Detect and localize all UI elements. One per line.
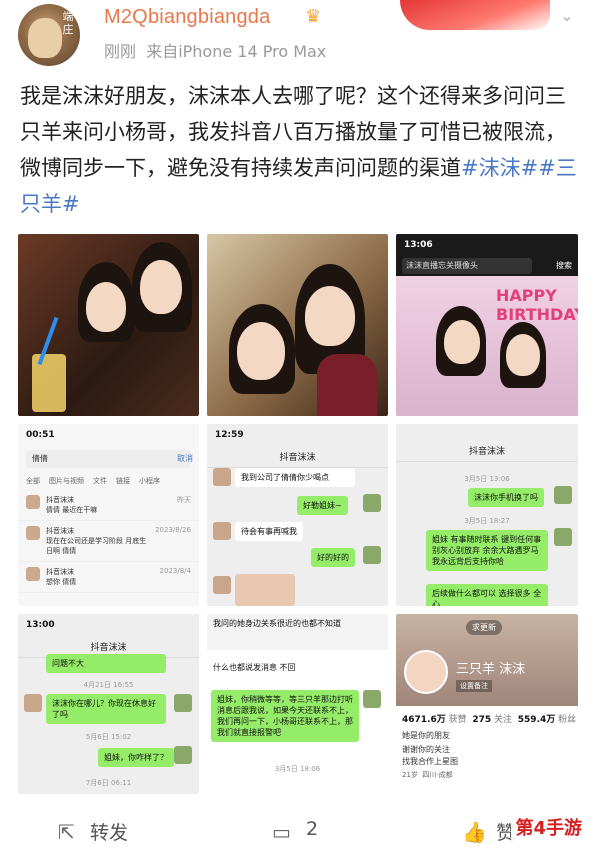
avatar	[554, 486, 572, 504]
post-text: 我是沫沫好朋友，沫沫本人去哪了呢？这个还得来多问问三只羊来问小杨哥，我发抖音八百…	[20, 84, 577, 216]
avatar	[213, 468, 231, 486]
avatar	[363, 546, 381, 564]
photo-two-girls-selfie[interactable]	[207, 234, 388, 416]
like-icon[interactable]: 👍	[462, 820, 487, 844]
status-bar: 13:06	[396, 234, 578, 256]
list-item: 抖音沫沫 想你 倩倩 2023/8/4	[18, 562, 199, 593]
hashtag-link[interactable]: #沫沫#	[461, 156, 538, 180]
message-text: 我问的她身边关系很近的也都不知道	[207, 614, 388, 650]
message-bubble: 沫沫你在哪儿？你现在休息好了吗	[46, 694, 166, 724]
remark-label: 设置备注	[456, 680, 492, 692]
timestamp: 7月6日 06:11	[85, 779, 132, 787]
more-options-icon[interactable]: ⌄	[552, 6, 582, 30]
timestamp: 4月21日 16:55	[83, 681, 134, 689]
birthday-scene: HAPPY BIRTHDAY	[396, 276, 578, 416]
bio-line: 找我合作上星图	[402, 757, 458, 766]
screenshot-chat-2[interactable]: 抖音沫沫 3月5日 13:06 沫沫你手机换了吗 3月5日 18:27 姐妹 有…	[396, 424, 578, 606]
message-bubble: 沫沫你手机换了吗	[468, 488, 544, 507]
friend-label: 她是你的朋友	[402, 731, 450, 740]
face	[140, 260, 182, 314]
search-bar: 沫沫直播忘关摄像头 搜索	[396, 256, 578, 276]
list-item: 抖音沫沫 现在在公司还是学习阶段 月底生日啊 倩倩 2023/8/26	[18, 521, 199, 562]
search-box: 倩倩 取消	[26, 450, 193, 468]
avatar	[174, 746, 192, 764]
chat-title: 抖音沫沫	[396, 440, 578, 462]
message-bubble: 好勒姐妹~	[297, 496, 348, 515]
status-bar: 12:59	[207, 424, 388, 446]
comment-icon[interactable]: ▭	[272, 820, 291, 844]
dog-image	[28, 18, 62, 58]
avatar	[554, 528, 572, 546]
comment-count[interactable]: 2	[306, 818, 318, 840]
avatar	[174, 694, 192, 712]
avatar	[213, 522, 231, 540]
status-bar: 00:51	[26, 430, 55, 440]
face	[86, 282, 126, 332]
avatar	[363, 690, 381, 708]
profile-avatar	[404, 650, 448, 694]
message-bubble: 好的好的	[311, 548, 355, 567]
photo-message	[235, 574, 295, 606]
screenshot-chat-search[interactable]: 00:51 倩倩 取消 全部 图片与视频 文件 链接 小程序 抖音沫沫 倩倩 最近在干嘛 昨天…	[18, 424, 199, 606]
timestamp: 3月5日 18:27	[464, 517, 510, 525]
face	[506, 334, 540, 376]
list-item: 抖音沫沫 倩倩 最近在干嘛 昨天	[18, 490, 199, 521]
message-bubble: 姐妹，你咋样了？	[98, 748, 174, 767]
screenshot-douyin-search[interactable]: 13:06 沫沫直播忘关摄像头 搜索 HAPPY BIRTHDAY	[396, 234, 578, 416]
forward-button[interactable]: 转发	[90, 818, 128, 845]
banner-text: HAPPY BIRTHDAY	[496, 286, 578, 324]
forward-icon[interactable]: ⇱	[58, 820, 75, 844]
message-bubble: 待会有事再喊我	[235, 522, 303, 541]
status-bar: 13:00	[18, 614, 199, 636]
avatar	[24, 694, 42, 712]
screenshot-douyin-profile[interactable]: 求更新 三只羊 沫沫 设置备注 4671.6万 获赞 275 关注 559.4万…	[396, 614, 578, 794]
avatar-tag: 端庄	[62, 10, 74, 36]
search-query: 沫沫直播忘关摄像头	[402, 258, 532, 274]
image-grid: 13:06 沫沫直播忘关摄像头 搜索 HAPPY BIRTHDAY 00:51 …	[18, 234, 578, 794]
post-meta: 刚刚 来自iPhone 14 Pro Max	[104, 42, 327, 61]
face	[444, 320, 480, 364]
profile-tags: 21岁 四川·成都	[402, 771, 453, 779]
message-bubble: 问题不大	[46, 654, 166, 673]
face	[237, 322, 285, 380]
filter-tabs: 全部 图片与视频 文件 链接 小程序	[26, 477, 160, 485]
avatar	[363, 494, 381, 512]
watermark-logo: 第4手游	[511, 812, 586, 842]
message-text: 什么也都说发消息 不回	[213, 663, 296, 672]
stats-row: 4671.6万 获赞 275 关注 559.4万 粉丝	[402, 715, 577, 725]
face	[305, 286, 355, 346]
timestamp: 3月5日 13:06	[464, 475, 510, 483]
screenshot-chat-4[interactable]: 我问的她身边关系很近的也都不知道 什么也都说发消息 不回 姐妹，你稍微等等，等三…	[207, 614, 388, 794]
update-button: 求更新	[466, 620, 502, 635]
avatar	[213, 576, 231, 594]
action-bar: ⇱ 转发 ▭ 2 👍 赞	[0, 806, 594, 854]
chat-title: 抖音沫沫	[207, 446, 388, 468]
message-bubble: 后续做什么都可以 选择很多 全心	[426, 584, 548, 606]
avatar[interactable]: 端庄	[18, 4, 80, 66]
profile-name: 三只羊 沫沫	[456, 662, 526, 677]
username[interactable]: M2Qbiangbiangda	[104, 6, 270, 29]
vip-crown-icon: ♛	[305, 6, 322, 27]
message-bubble: 姐妹，你稍微等等，等三只羊那边打听消息后跟我说，如果今天还联系不上，我们再问一下…	[211, 690, 359, 742]
timestamp: 5月6日 15:02	[85, 733, 132, 741]
bio-line: 谢谢你的关注	[402, 745, 450, 754]
message-bubble: 姐妹 有事随时联系 键到任何事别灰心别放弃 余余大路遇罗马 我永远背后支持你哈	[426, 530, 548, 571]
photo-two-girls-bar[interactable]	[18, 234, 199, 416]
message-bubble: 我到公司了倩倩你少喝点	[235, 468, 355, 487]
search-button: 搜索	[556, 261, 572, 270]
header-decoration	[400, 0, 550, 30]
screenshot-chat-1[interactable]: 12:59 抖音沫沫 我到公司了倩倩你少喝点 好勒姐妹~ 待会有事再喊我 好的好…	[207, 424, 388, 606]
profile-cover: 求更新 三只羊 沫沫 设置备注	[396, 614, 578, 706]
screenshot-chat-3[interactable]: 13:00 抖音沫沫 问题不大 4月21日 16:55 沫沫你在哪儿？你现在休息…	[18, 614, 199, 794]
sweater	[317, 354, 377, 416]
timestamp: 3月5日 18:06	[274, 765, 321, 773]
